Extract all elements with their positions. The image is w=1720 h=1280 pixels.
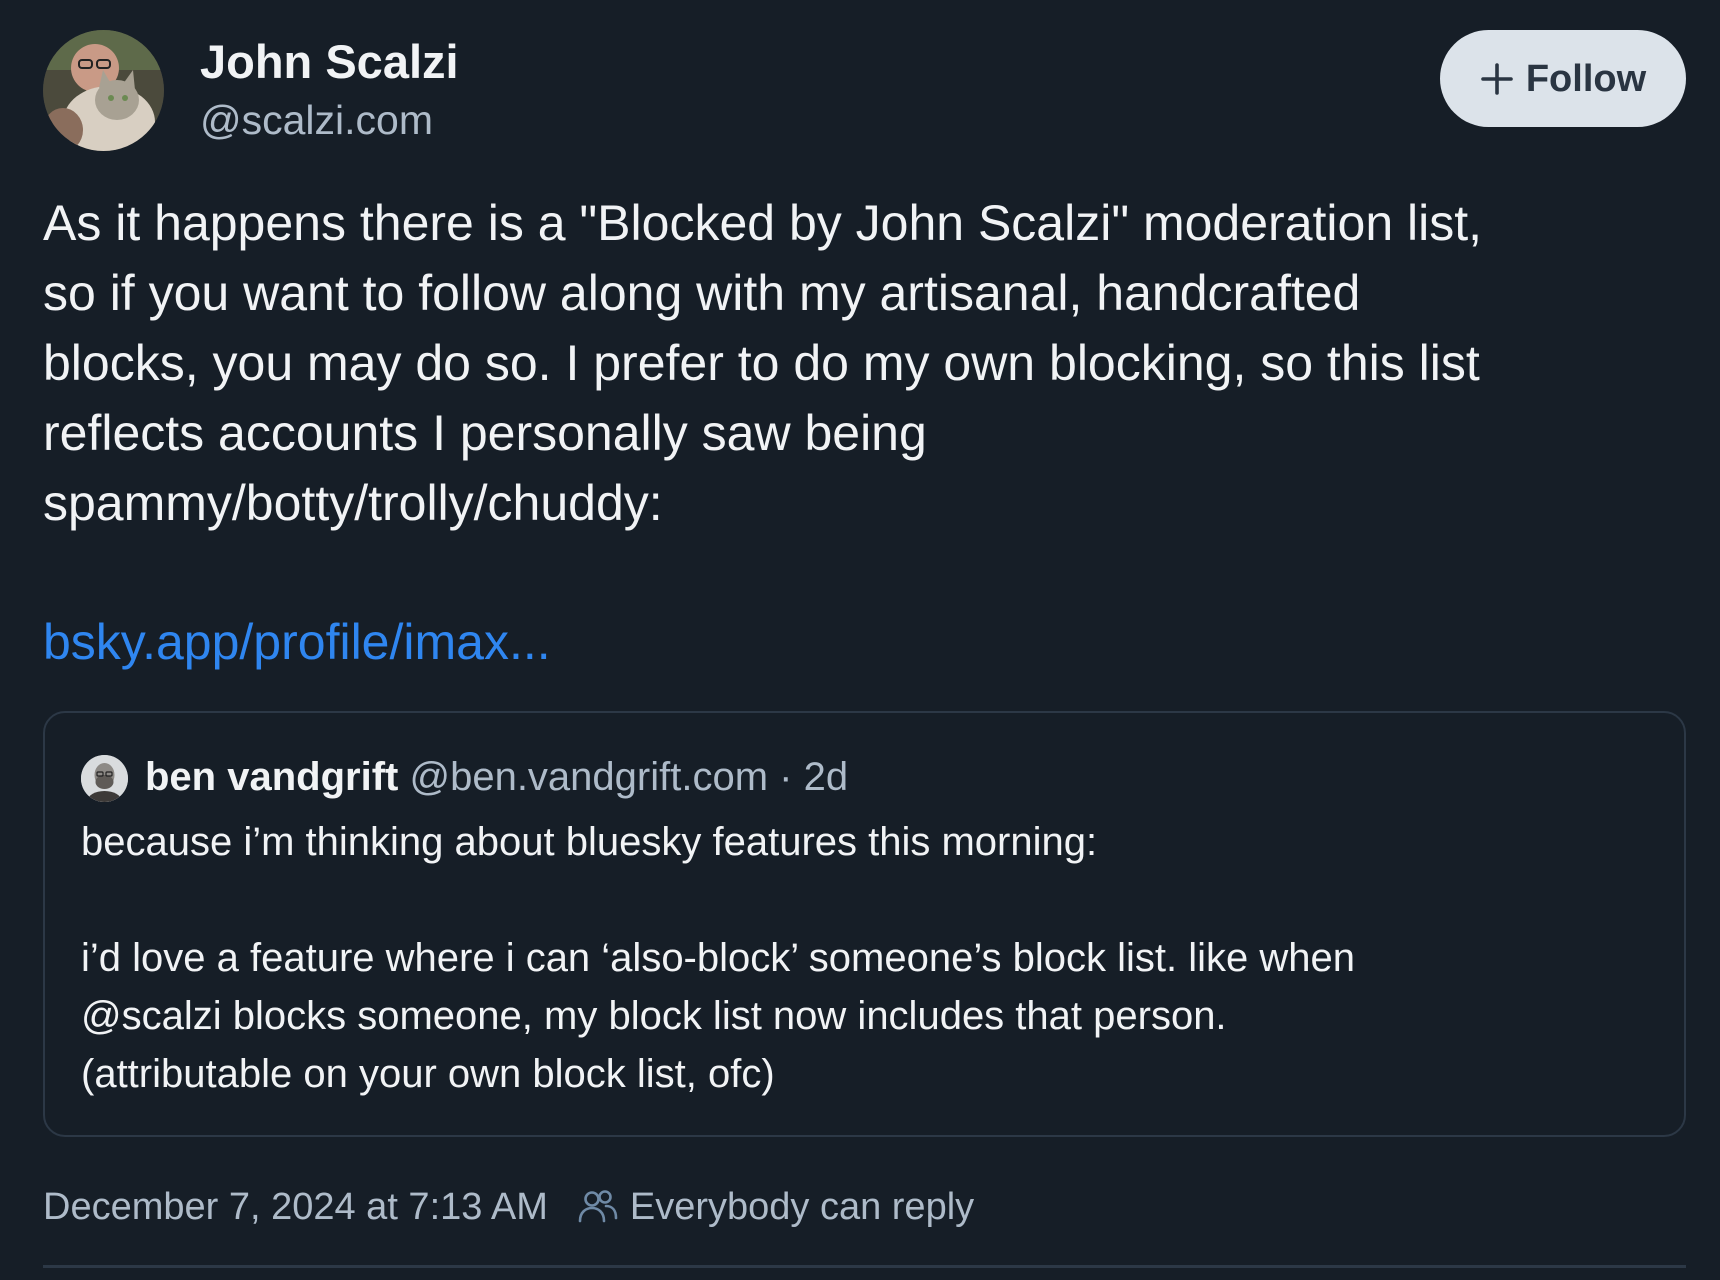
post-text-line: spammy/botty/trolly/chuddy:	[43, 475, 663, 531]
follow-button[interactable]: Follow	[1440, 30, 1686, 127]
author-handle[interactable]: @scalzi.com	[200, 95, 433, 145]
post-link[interactable]: bsky.app/profile/imax...	[43, 607, 551, 677]
post-text-line: blocks, you may do so. I prefer to do my…	[43, 335, 1480, 391]
quoted-text-line: (attributable on your own block list, of…	[81, 1052, 775, 1096]
plus-icon	[1481, 62, 1513, 95]
quoted-post-header: ben vandgrift @ben.vandgrift.com · 2d	[145, 751, 848, 803]
post-detail: John Scalzi @scalzi.com Follow As it hap…	[0, 0, 1720, 1280]
follow-label: Follow	[1525, 57, 1647, 100]
post-meta: December 7, 2024 at 7:13 AM Everybody ca…	[43, 1182, 974, 1232]
separator-dot: ·	[779, 755, 793, 799]
quoted-author-avatar[interactable]	[81, 755, 128, 802]
post-text-line: As it happens there is a "Blocked by Joh…	[43, 195, 1483, 251]
post-timestamp[interactable]: December 7, 2024 at 7:13 AM	[43, 1182, 548, 1232]
divider	[43, 1265, 1686, 1268]
quoted-author-handle[interactable]: @ben.vandgrift.com	[409, 755, 768, 799]
author-avatar[interactable]	[43, 30, 164, 151]
quoted-author-name[interactable]: ben vandgrift	[145, 755, 398, 799]
post-text: As it happens there is a "Blocked by Joh…	[43, 188, 1693, 538]
post-text-line: so if you want to follow along with my a…	[43, 265, 1361, 321]
author-name[interactable]: John Scalzi	[200, 34, 459, 90]
quoted-text-line: because i’m thinking about bluesky featu…	[81, 820, 1098, 864]
reply-setting-label: Everybody can reply	[629, 1186, 975, 1228]
user-avatar-icon	[43, 30, 164, 151]
people-icon	[578, 1190, 618, 1223]
quoted-post-body: because i’m thinking about bluesky featu…	[81, 813, 1661, 1103]
post-text-line: reflects accounts I personally saw being	[43, 405, 927, 461]
quoted-text-line: i’d love a feature where i can ‘also-blo…	[81, 936, 1355, 980]
quoted-text-line: @scalzi blocks someone, my block list no…	[81, 994, 1227, 1038]
quoted-user-avatar-icon	[81, 755, 128, 802]
quoted-post[interactable]: ben vandgrift @ben.vandgrift.com · 2d be…	[43, 711, 1686, 1137]
reply-setting[interactable]: Everybody can reply	[576, 1182, 974, 1232]
quoted-post-age: 2d	[803, 755, 849, 799]
